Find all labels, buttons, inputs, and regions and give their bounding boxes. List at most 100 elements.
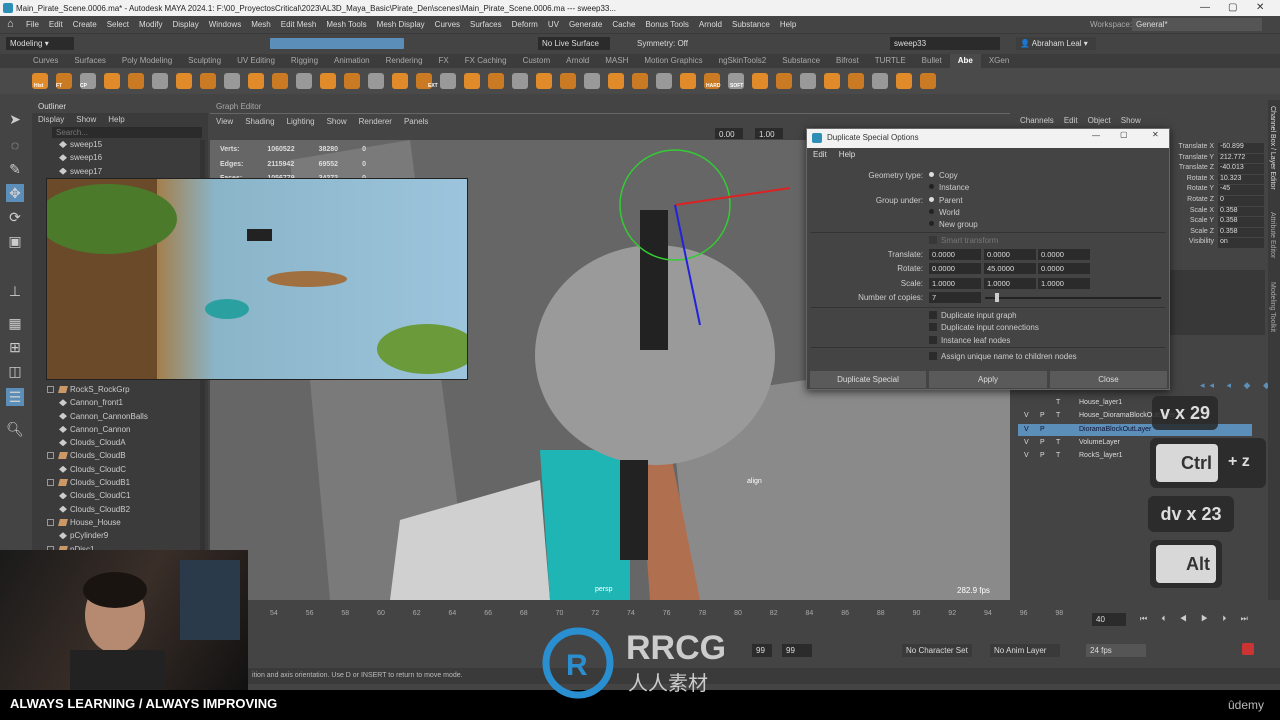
expand-icon[interactable] (47, 479, 54, 487)
tab-modeling-toolkit[interactable]: Modeling Toolkit (1269, 282, 1276, 332)
pivot-tool-icon[interactable]: ⊥ (6, 282, 24, 300)
dialog-close-icon[interactable]: ✕ (1152, 130, 1159, 139)
shelf-tab-fx-caching[interactable]: FX Caching (457, 54, 515, 68)
channel-value[interactable]: -40.013 (1218, 164, 1264, 174)
outliner-item[interactable]: Clouds_CloudB1 (32, 476, 202, 489)
range-slider[interactable]: 99 99 No Character Set No Anim Layer 24 … (248, 640, 1280, 662)
move-tool-icon[interactable]: ✥ (6, 184, 24, 202)
radio-world[interactable] (929, 209, 934, 214)
expand-icon[interactable] (47, 452, 54, 460)
shelf-tool-icon[interactable] (680, 73, 696, 89)
shelf-tab-animation[interactable]: Animation (326, 54, 378, 68)
symmetry-dropdown[interactable]: Symmetry: Off (633, 37, 695, 50)
outliner-item[interactable]: pCylinder9 (32, 529, 202, 542)
outliner-item[interactable]: Cannon_front1 (32, 396, 202, 409)
scale-z-field[interactable]: 1.0000 (1038, 278, 1090, 289)
outliner-menu-display[interactable]: Display (38, 115, 64, 124)
lasso-tool-icon[interactable]: ◌ (6, 136, 24, 154)
channel-value[interactable]: 0 (1218, 196, 1264, 206)
home-icon[interactable]: ⌂ (7, 18, 14, 30)
menu-edit-mesh[interactable]: Edit Mesh (281, 20, 317, 29)
exposure-field[interactable]: 0.00 (715, 128, 743, 139)
dialog-menu-help[interactable]: Help (839, 150, 855, 160)
radio-parent[interactable] (929, 197, 934, 202)
expand-icon[interactable] (47, 386, 54, 393)
auto-key-icon[interactable] (1242, 643, 1254, 655)
channel-value[interactable]: 0.358 (1218, 227, 1264, 238)
tab-attribute-editor[interactable]: Attribute Editor (1269, 212, 1276, 258)
menu-create[interactable]: Create (73, 20, 97, 29)
layer-toggle-t[interactable]: T (1056, 410, 1060, 422)
channel-value[interactable]: 0.358 (1218, 206, 1264, 217)
channel-value[interactable]: -45 (1218, 185, 1264, 195)
shelf-tool-icon[interactable] (512, 73, 528, 89)
select-tool-icon[interactable]: ➤ (6, 110, 24, 128)
channel-menu-object[interactable]: Object (1088, 116, 1111, 125)
menu-arnold[interactable]: Arnold (699, 20, 722, 29)
shelf-tab-bullet[interactable]: Bullet (914, 54, 950, 68)
fps-dropdown[interactable]: 24 fps (1086, 644, 1146, 657)
time-slider[interactable]: 40 ⏮ ⏴ ◀ ▶ ⏵ ⏭ 54 56 58 60 62 64 66 68 70 72 74 76 7… (248, 604, 1280, 636)
shelf-tool-icon[interactable] (440, 73, 456, 89)
viewport-menu-lighting[interactable]: Lighting (287, 117, 315, 126)
paint-select-icon[interactable]: ✎ (6, 160, 24, 178)
shelf-tab-fx[interactable]: FX (431, 54, 457, 68)
range-end-field[interactable]: 99 (752, 644, 772, 657)
layer-toggle-v[interactable]: V (1024, 450, 1029, 462)
dialog-maximize-button[interactable]: ▢ (1120, 130, 1128, 139)
shelf-tool-icon[interactable] (344, 73, 360, 89)
shelf-tab-curves[interactable]: Curves (25, 54, 66, 68)
radio-instance[interactable] (929, 184, 934, 189)
menu-deform[interactable]: Deform (512, 20, 538, 29)
shelf-tool-icon[interactable] (800, 73, 816, 89)
shelf-tool-icon[interactable] (776, 73, 792, 89)
apply-button[interactable]: Apply (929, 371, 1047, 388)
layer-toggle-p[interactable]: P (1040, 450, 1045, 462)
live-surface-field[interactable]: No Live Surface (538, 37, 610, 50)
viewport-menu-show[interactable]: Show (327, 117, 347, 126)
copies-field[interactable]: 7 (929, 292, 981, 303)
outliner-item[interactable]: sweep16 (32, 151, 208, 164)
shelf-tool-icon[interactable] (608, 73, 624, 89)
assign-unique-name-checkbox[interactable] (929, 352, 937, 360)
channel-value[interactable]: 0.358 (1218, 217, 1264, 227)
layer-buttons[interactable]: ◂◂ ◂ ◆ ◆ (1200, 380, 1275, 391)
channel-menu-edit[interactable]: Edit (1064, 116, 1078, 125)
menu-substance[interactable]: Substance (732, 20, 770, 29)
shelf-tool-icon[interactable] (272, 73, 288, 89)
workspace-dropdown[interactable]: General* (1132, 18, 1262, 31)
shelf-tool-icon[interactable] (176, 73, 192, 89)
shelf-tab-substance[interactable]: Substance (774, 54, 828, 68)
menu-generate[interactable]: Generate (569, 20, 602, 29)
outliner-item[interactable]: Cannon_CannonBalls (32, 410, 202, 423)
channel-menu-channels[interactable]: Channels (1020, 116, 1054, 125)
shelf-tool-icon[interactable] (536, 73, 552, 89)
menu-uv[interactable]: UV (548, 20, 559, 29)
shelf-tool-icon[interactable] (560, 73, 576, 89)
viewport-menu-shading[interactable]: Shading (245, 117, 274, 126)
radio-copy[interactable] (929, 172, 934, 177)
shelf-tab-rendering[interactable]: Rendering (378, 54, 431, 68)
copies-slider[interactable] (985, 297, 1161, 299)
maximize-button[interactable]: ▢ (1228, 2, 1237, 13)
scale-tool-icon[interactable]: ▣ (6, 232, 24, 250)
outliner-item[interactable]: sweep17 (32, 165, 208, 178)
layout-single-icon[interactable]: ▦ (6, 314, 24, 332)
shelf-tool-icon[interactable] (128, 73, 144, 89)
duplicate-input-graph-checkbox[interactable] (929, 311, 937, 319)
shelf-tab-custom[interactable]: Custom (515, 54, 559, 68)
shelf-tab-poly-modeling[interactable]: Poly Modeling (114, 54, 180, 68)
smart-transform-checkbox[interactable] (929, 236, 937, 244)
outliner-item[interactable]: Clouds_CloudB2 (32, 503, 202, 516)
expand-icon[interactable] (47, 518, 54, 526)
dialog-minimize-button[interactable]: — (1092, 131, 1100, 140)
menu-help[interactable]: Help (780, 20, 796, 29)
dialog-close-button[interactable]: Close (1050, 371, 1167, 388)
close-button[interactable]: ✕ (1256, 2, 1264, 13)
outliner-layout-icon[interactable]: ☰ (6, 388, 24, 406)
shelf-tab-bifrost[interactable]: Bifrost (828, 54, 867, 68)
rotate-x-field[interactable]: 0.0000 (929, 263, 981, 274)
shelf-tool-icon[interactable] (296, 73, 312, 89)
shelf-tab-xgen[interactable]: XGen (981, 54, 1017, 68)
shelf-tool-icon[interactable] (320, 73, 336, 89)
